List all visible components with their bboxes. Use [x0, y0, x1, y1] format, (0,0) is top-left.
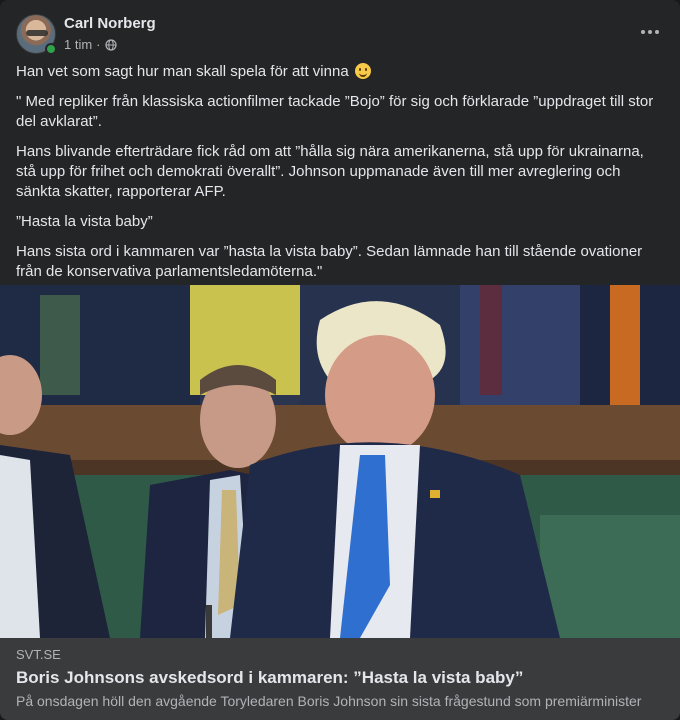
facebook-post: Carl Norberg 1 tim · Han vet som sagt hu…	[0, 0, 680, 720]
link-preview-card[interactable]: SVT.SE Boris Johnsons avskedsord i kamma…	[0, 638, 680, 720]
post-paragraph: Hans blivande efterträdare fick råd om a…	[16, 143, 644, 200]
post-paragraph: " Med repliker från klassiska actionfilm…	[16, 93, 654, 130]
post-paragraph: Hans sista ord i kammaren var ”hasta la …	[16, 243, 643, 280]
link-title[interactable]: Boris Johnsons avskedsord i kammaren: ”H…	[16, 667, 664, 689]
post-meta: 1 tim ·	[64, 37, 117, 52]
author-name[interactable]: Carl Norberg	[64, 15, 156, 32]
post-text: Han vet som sagt hur man skall spela för…	[16, 62, 664, 292]
post-timestamp[interactable]: 1 tim	[64, 37, 92, 52]
link-preview-image[interactable]	[0, 285, 680, 638]
more-horizontal-icon	[641, 30, 645, 34]
globe-icon[interactable]	[104, 38, 117, 51]
link-description: På onsdagen höll den avgående Toryledare…	[16, 693, 642, 709]
more-options-button[interactable]	[632, 16, 668, 48]
post-header: Carl Norberg 1 tim ·	[16, 14, 664, 56]
meta-separator: ·	[96, 37, 101, 52]
smiling-face-icon	[354, 63, 371, 79]
online-status-icon	[45, 43, 57, 55]
post-paragraph: Han vet som sagt hur man skall spela för…	[16, 62, 664, 82]
link-domain: SVT.SE	[16, 647, 61, 662]
parliament-photo	[0, 285, 680, 638]
post-paragraph: ”Hasta la vista baby”	[16, 213, 153, 230]
